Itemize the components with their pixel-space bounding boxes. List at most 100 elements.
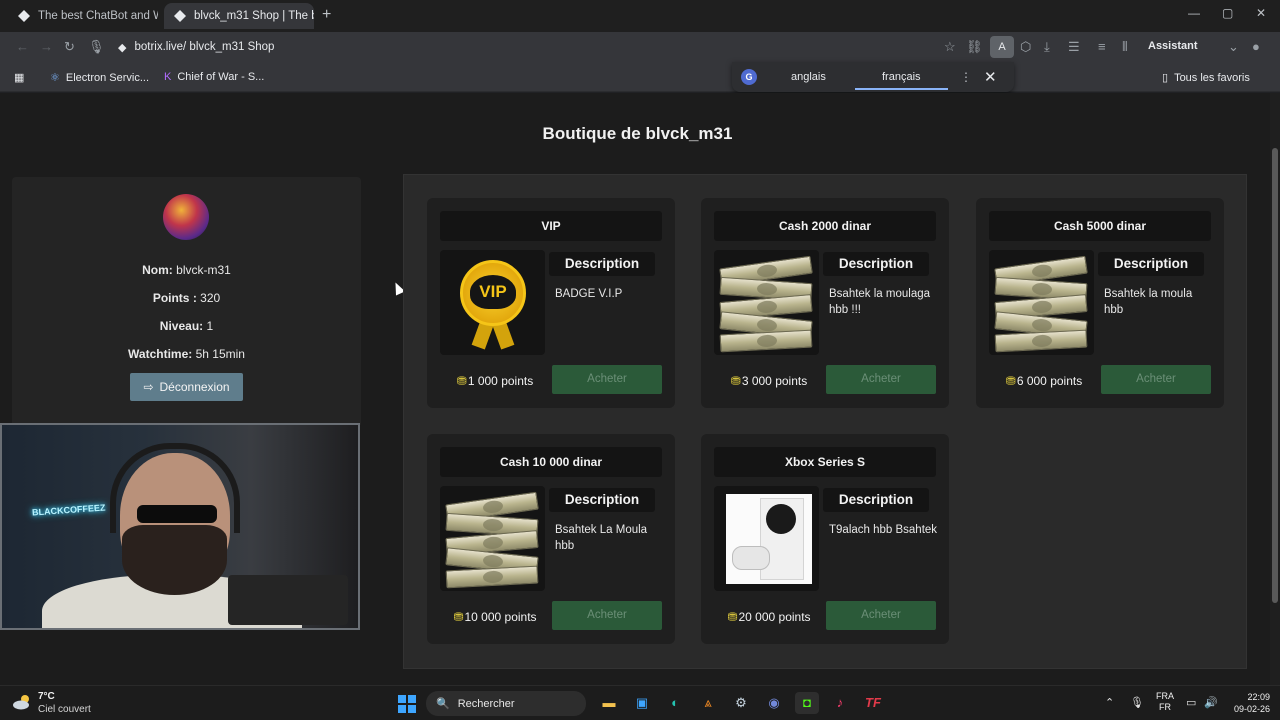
description-heading: Description — [549, 488, 655, 512]
forward-icon[interactable]: → — [40, 39, 53, 55]
link-icon[interactable]: ⛓ — [966, 39, 983, 55]
item-image: VIP — [440, 250, 545, 355]
watchtime-value: 5h 15min — [195, 347, 245, 361]
taskbar-search[interactable]: 🔍 Rechercher — [426, 691, 586, 716]
shop-item-card: Cash 10 000 dinar Description Bsahtek La… — [427, 434, 675, 644]
buy-button[interactable]: Acheter — [826, 601, 936, 630]
clock-date: 09-02-26 — [1233, 704, 1270, 714]
cash-stack-icon — [440, 486, 545, 591]
download-icon[interactable]: ⤓ — [1044, 39, 1050, 55]
tf-app-icon[interactable]: TF — [861, 692, 885, 714]
bookmark-star-icon[interactable]: ☆ — [944, 39, 956, 55]
price-value: 20 000 points — [738, 610, 811, 624]
price-value: 10 000 points — [464, 610, 537, 624]
points-label: Points : — [152, 291, 197, 305]
cloud-sun-icon[interactable] — [12, 694, 32, 710]
buy-button[interactable]: Acheter — [1101, 365, 1211, 394]
item-description: BADGE V.I.P — [555, 288, 623, 300]
buy-button[interactable]: Acheter — [826, 365, 936, 394]
store-icon[interactable]: ▣ — [630, 692, 654, 714]
chief-of-war-icon: K — [164, 71, 172, 83]
weather-temperature[interactable]: 7°C — [38, 691, 55, 702]
app-orange-icon[interactable]: ⩓ — [696, 692, 720, 714]
close-window-icon[interactable]: ✕ — [1256, 6, 1266, 20]
audio-wave-icon[interactable]: ⦀ — [1122, 39, 1128, 55]
item-price: ⛃1 000 points — [441, 374, 549, 388]
weather-description[interactable]: Ciel couvert — [38, 704, 91, 715]
shop-item-card: Cash 2000 dinar Description Bsahtek la m… — [701, 198, 949, 408]
site-info-icon[interactable]: ◆ — [118, 41, 126, 54]
translate-source-language[interactable]: anglais — [791, 71, 826, 83]
close-icon[interactable]: ✕ — [984, 68, 997, 86]
profile-icon[interactable]: ● — [1252, 39, 1260, 55]
scrollbar-thumb[interactable] — [1272, 148, 1278, 603]
microphone-tray-icon[interactable]: 🎙 — [1130, 696, 1144, 709]
apps-grid-icon[interactable]: ▦ — [14, 71, 24, 84]
kick-app-icon[interactable]: ◘ — [795, 692, 819, 714]
shop-item-card: Xbox Series S Description T9alach hbb Bs… — [701, 434, 949, 644]
coins-icon: ⛃ — [727, 610, 738, 624]
menu-lines-icon[interactable]: ≡ — [1098, 39, 1106, 55]
translate-icon[interactable]: A — [990, 36, 1014, 58]
maximize-icon[interactable]: ▢ — [1222, 6, 1233, 20]
translate-active-indicator — [855, 88, 948, 90]
all-bookmarks[interactable]: ▯ Tous les favoris — [1162, 71, 1250, 85]
page-scrollbar[interactable] — [1270, 93, 1280, 685]
collections-icon[interactable]: ☰ — [1068, 39, 1080, 55]
item-price: ⛃6 000 points — [990, 374, 1098, 388]
coins-icon: ⛃ — [1005, 374, 1016, 388]
profile-level: Niveau: 1 — [12, 319, 361, 333]
lang-bottom: FR — [1159, 702, 1171, 712]
buy-button[interactable]: Acheter — [552, 601, 662, 630]
logout-button[interactable]: ⇨ Déconnexion — [130, 373, 243, 401]
item-description: Bsahtek la moulaga hbb !!! — [829, 288, 931, 316]
assistant-button[interactable]: Assistant — [1148, 40, 1198, 52]
item-title: Xbox Series S — [714, 447, 936, 477]
bookmark-label: Electron Servic... — [65, 71, 150, 84]
bookmark-electron[interactable]: ⚛ Electron Servic... — [50, 71, 150, 85]
file-explorer-icon[interactable]: ▬ — [597, 692, 621, 714]
windows-start-icon[interactable] — [398, 695, 416, 713]
streamer-beard — [122, 525, 227, 595]
coins-icon: ⛃ — [456, 374, 467, 388]
tiktok-icon[interactable]: ♪ — [828, 692, 852, 714]
electron-icon: ⚛ — [50, 72, 60, 84]
windows-taskbar: 7°C Ciel couvert 🔍 Rechercher ▬ ▣ ◐ ⩓ ⚙ … — [0, 685, 1280, 720]
coins-icon: ⛃ — [730, 374, 741, 388]
xbox-console-icon — [726, 494, 812, 584]
reload-icon[interactable]: ↻ — [64, 39, 75, 55]
google-translate-icon: G — [741, 69, 757, 85]
avatar — [163, 194, 209, 240]
profile-panel: Nom: blvck-m31 Points : 320 Niveau: 1 Wa… — [12, 177, 361, 427]
discord-icon[interactable]: ◉ — [762, 692, 786, 714]
item-price: ⛃10 000 points — [441, 610, 549, 624]
address-bar[interactable]: ◆ botrix.live / blvck_m31 Shop — [108, 35, 948, 59]
back-icon[interactable]: ← — [16, 39, 29, 55]
minimize-icon[interactable]: — — [1188, 6, 1200, 20]
edge-browser-icon[interactable]: ◐ — [663, 692, 687, 714]
level-label: Niveau: — [159, 319, 204, 333]
steam-icon[interactable]: ⚙ — [729, 692, 753, 714]
description-heading: Description — [823, 488, 929, 512]
description-heading: Description — [549, 252, 655, 276]
new-tab-icon[interactable]: + — [322, 6, 331, 24]
item-description: Bsahtek la moula hbb — [1104, 288, 1193, 316]
more-options-icon[interactable]: ⋮ — [960, 70, 972, 84]
network-icon[interactable]: ▭ — [1186, 696, 1196, 709]
points-value: 320 — [200, 291, 221, 305]
tab-chatbot[interactable]: The best ChatBot and W — [8, 3, 158, 29]
description-heading: Description — [1098, 252, 1204, 276]
tray-chevron-icon[interactable]: ⌃ — [1105, 696, 1114, 709]
input-language[interactable]: FRA FR — [1156, 691, 1174, 713]
botrix-favicon-icon — [174, 10, 186, 22]
tab-shop[interactable]: blvck_m31 Shop | The be ✕ — [164, 3, 314, 29]
microphone-icon[interactable]: 🎙 — [88, 39, 105, 55]
extensions-icon[interactable]: ⬡ — [1020, 39, 1031, 55]
chevron-down-icon[interactable]: ⌄ — [1228, 39, 1239, 55]
volume-icon[interactable]: 🔊 — [1204, 696, 1218, 709]
url-host: botrix.live — [134, 41, 184, 53]
translate-target-language[interactable]: français — [882, 71, 921, 83]
buy-button[interactable]: Acheter — [552, 365, 662, 394]
system-clock[interactable]: 22:09 09-02-26 — [1226, 691, 1270, 715]
bookmark-chief-of-war[interactable]: K Chief of War - S... — [164, 71, 264, 83]
